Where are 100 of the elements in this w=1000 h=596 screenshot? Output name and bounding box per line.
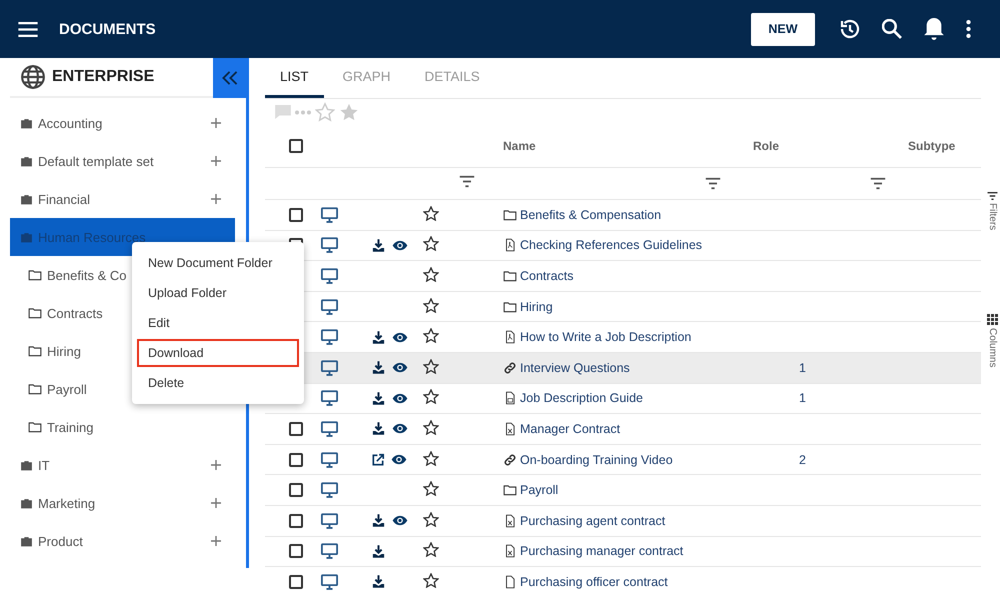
star-icon[interactable]: [423, 266, 439, 282]
row-checkbox[interactable]: [289, 208, 303, 222]
star-icon[interactable]: [423, 236, 439, 252]
document-link[interactable]: Purchasing agent contract: [520, 514, 666, 528]
plus-icon[interactable]: [211, 498, 221, 508]
filter-icon[interactable]: [987, 192, 998, 200]
chevrons-left-icon[interactable]: [222, 71, 238, 85]
star-outline-icon: [315, 102, 335, 122]
star-icon[interactable]: [423, 512, 439, 527]
star-icon[interactable]: [423, 206, 439, 221]
document-link[interactable]: Checking References Guidelines: [520, 238, 702, 252]
briefcase-icon: [20, 154, 33, 168]
plus-icon[interactable]: [211, 460, 221, 470]
history-icon[interactable]: [840, 19, 860, 39]
search-icon[interactable]: [882, 19, 902, 39]
menu-item[interactable]: Edit: [137, 309, 299, 337]
star-icon[interactable]: [423, 420, 439, 435]
document-link[interactable]: Payroll: [520, 483, 558, 498]
star-icon[interactable]: [423, 450, 439, 466]
plus-icon[interactable]: [211, 156, 221, 166]
star-icon[interactable]: [423, 542, 439, 558]
pdf-file-icon: [503, 330, 517, 344]
menu-item[interactable]: Upload Folder: [137, 279, 299, 307]
folder-icon: [503, 483, 517, 498]
star-icon[interactable]: [423, 358, 439, 374]
monitor-icon: [321, 298, 338, 315]
tab[interactable]: LIST: [265, 58, 324, 98]
sidebar-item[interactable]: Accounting: [10, 104, 235, 142]
download-icon[interactable]: [371, 390, 386, 406]
filter-icon[interactable]: [459, 174, 475, 188]
monitor-icon: [321, 574, 338, 590]
row-checkbox[interactable]: [289, 422, 303, 436]
folder-icon: [503, 268, 517, 283]
filters-toggle[interactable]: Filters: [987, 203, 998, 230]
eye-icon[interactable]: [392, 515, 408, 526]
document-link[interactable]: Interview Questions: [520, 360, 630, 375]
folder-icon: [503, 208, 517, 222]
document-link[interactable]: On-boarding Training Video: [520, 452, 673, 467]
column-header[interactable]: Role: [753, 139, 780, 153]
document-link[interactable]: Benefits & Compensation: [520, 208, 662, 222]
star-icon[interactable]: [423, 328, 439, 344]
external-link-icon[interactable]: [371, 452, 385, 467]
new-button[interactable]: NEW: [751, 12, 815, 46]
document-link[interactable]: Contracts: [520, 268, 574, 283]
document-link[interactable]: Manager Contract: [520, 422, 620, 436]
download-icon[interactable]: [371, 330, 386, 345]
sidebar-item[interactable]: IT: [10, 446, 235, 484]
eye-icon[interactable]: [392, 240, 408, 251]
download-icon[interactable]: [371, 238, 386, 253]
bell-icon[interactable]: [924, 18, 944, 40]
column-header[interactable]: Name: [503, 139, 536, 153]
plus-icon[interactable]: [211, 118, 221, 128]
select-all-checkbox[interactable]: [289, 139, 303, 153]
star-icon[interactable]: [423, 481, 439, 496]
download-icon[interactable]: [371, 513, 386, 528]
eye-icon[interactable]: [392, 423, 408, 434]
sidebar-item[interactable]: Default template set: [10, 142, 235, 180]
eye-icon[interactable]: [392, 392, 408, 404]
document-link[interactable]: Purchasing manager contract: [520, 544, 684, 558]
download-icon[interactable]: [371, 574, 386, 590]
menu-item[interactable]: Delete: [137, 369, 299, 397]
row-checkbox[interactable]: [289, 574, 303, 589]
eye-icon[interactable]: [392, 362, 408, 374]
grid-icon[interactable]: [987, 314, 998, 326]
row-checkbox[interactable]: [289, 483, 303, 498]
row-checkbox[interactable]: [289, 514, 303, 528]
row-checkbox[interactable]: [289, 452, 303, 467]
sidebar-item[interactable]: Training: [10, 408, 235, 446]
monitor-icon: [321, 390, 338, 406]
comment-icon: [275, 105, 291, 119]
columns-toggle[interactable]: Columns: [987, 328, 998, 368]
eye-icon[interactable]: [391, 454, 407, 466]
sidebar-title: ENTERPRISE: [52, 68, 154, 86]
role-value: 1: [799, 360, 806, 375]
star-icon[interactable]: [423, 572, 439, 588]
document-link[interactable]: Job Description Guide: [520, 391, 643, 406]
star-icon[interactable]: [423, 298, 439, 313]
download-icon[interactable]: [371, 421, 386, 436]
eye-icon[interactable]: [392, 332, 408, 343]
spreadsheet-file-icon: [503, 544, 517, 558]
row-checkbox[interactable]: [289, 544, 303, 558]
document-link[interactable]: Purchasing officer contract: [520, 574, 668, 589]
sidebar-item[interactable]: Financial: [10, 180, 235, 218]
monitor-icon: [321, 420, 338, 437]
sidebar-item[interactable]: Marketing: [10, 484, 235, 522]
more-icon[interactable]: [966, 20, 971, 38]
filter-icon[interactable]: [705, 177, 721, 190]
sidebar-item[interactable]: Product: [10, 522, 235, 560]
collapse-button[interactable]: [213, 58, 246, 98]
star-icon[interactable]: [423, 389, 439, 404]
document-link[interactable]: Hiring: [520, 300, 553, 314]
column-header[interactable]: Subtype: [908, 139, 956, 153]
download-icon[interactable]: [371, 544, 386, 559]
menu-item[interactable]: Download: [137, 339, 299, 367]
document-link[interactable]: How to Write a Job Description: [520, 330, 692, 344]
star-icon: [339, 102, 359, 122]
plus-icon[interactable]: [211, 536, 221, 546]
plus-icon[interactable]: [211, 194, 221, 204]
download-icon[interactable]: [371, 360, 386, 376]
filter-icon[interactable]: [870, 177, 886, 190]
